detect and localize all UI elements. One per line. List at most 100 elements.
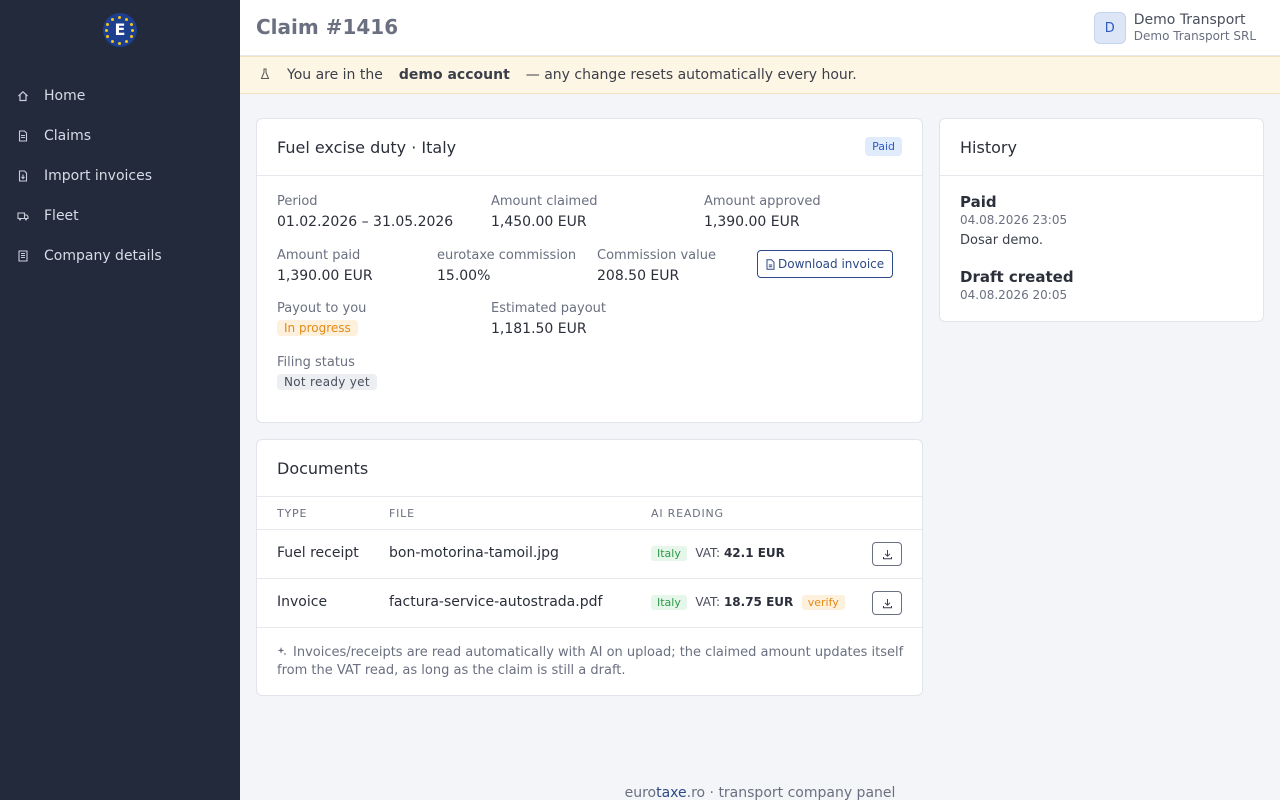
- vat-value: 42.1 EUR: [723, 546, 785, 560]
- footer-brand-b: taxe: [656, 785, 687, 800]
- country-tag: Italy: [651, 546, 687, 561]
- amount-paid-label: Amount paid: [277, 248, 361, 263]
- sidebar-item-company-details[interactable]: Company details: [0, 236, 240, 276]
- period-field: Period 01.02.2026 – 31.05.2026: [277, 194, 453, 232]
- user-company: Demo Transport SRL: [1133, 29, 1256, 43]
- period-label: Period: [277, 194, 318, 209]
- document-file-link[interactable]: factura-service-autostrada.pdf: [389, 594, 602, 610]
- filing-status-badge: Not ready yet: [277, 374, 377, 390]
- user-menu[interactable]: D Demo Transport Demo Transport SRL: [1093, 12, 1256, 44]
- table-row: Fuel receipt bon-motorina-tamoil.jpg Ita…: [257, 530, 922, 579]
- user-name: Demo Transport: [1133, 12, 1246, 28]
- commission-amount-field: Commission value 208.50 EUR: [597, 248, 716, 286]
- sidebar-item-claims[interactable]: Claims: [0, 116, 240, 156]
- user-info: Demo Transport Demo Transport SRL: [1134, 12, 1256, 44]
- estimated-payout-label: Estimated payout: [491, 301, 607, 316]
- vat-label: VAT:: [695, 546, 721, 560]
- sidebar-item-import-invoices[interactable]: Import invoices: [0, 156, 240, 196]
- eurotaxe-logo[interactable]: E: [103, 13, 137, 47]
- filing-status-field: Filing status Not ready yet: [277, 355, 377, 390]
- history-item: Draft created 04.08.2026 20:05: [960, 268, 1074, 302]
- demo-banner: You are in the demo account — any change…: [240, 56, 1280, 94]
- document-file-link[interactable]: bon-motorina-tamoil.jpg: [389, 545, 559, 561]
- amount-approved-field: Amount approved 1,390.00 EUR: [704, 194, 821, 232]
- country-tag: Italy: [651, 595, 687, 610]
- avatar[interactable]: D: [1093, 12, 1126, 44]
- history-item: Paid 04.08.2026 23:05 Dosar demo.: [960, 193, 1067, 248]
- commission-label: eurotaxe commission: [437, 248, 577, 263]
- logo-letter: E: [114, 20, 126, 39]
- column-header-ai-reading: AI READING: [651, 507, 724, 520]
- sidebar-item-label: Home: [44, 88, 86, 104]
- download-document-button[interactable]: [872, 542, 902, 566]
- estimated-payout-field: Estimated payout 1,181.50 EUR: [491, 301, 606, 339]
- building-icon: [17, 250, 29, 262]
- amount-claimed-value: 1,450.00 EUR: [491, 214, 587, 230]
- amount-paid-value: 1,390.00 EUR: [277, 268, 373, 284]
- file-icon: [766, 258, 775, 270]
- vat-value: 18.75 EUR: [723, 595, 794, 609]
- top-bar: Claim #1416 D Demo Transport Demo Transp…: [240, 0, 1280, 56]
- ai-reading: Italy VAT: 18.75 EUR verify: [651, 594, 845, 610]
- amount-claimed-label: Amount claimed: [491, 194, 598, 209]
- history-title: History: [960, 137, 1017, 157]
- sidebar-item-label: Import invoices: [44, 168, 153, 184]
- sidebar-item-label: Fleet: [44, 208, 79, 224]
- banner-text-start: You are in the: [287, 67, 383, 83]
- banner-text-end: — any change resets automatically every …: [525, 67, 857, 83]
- documents-table-header: TYPE FILE AI READING: [257, 497, 922, 530]
- footer-text: .ro · transport company panel: [686, 785, 896, 800]
- documents-card: Documents TYPE FILE AI READING Fuel rece…: [256, 439, 923, 696]
- status-badge: Paid: [865, 137, 902, 156]
- sidebar-item-home[interactable]: Home: [0, 76, 240, 116]
- documents-card-header: Documents: [257, 440, 922, 497]
- truck-icon: [17, 210, 29, 222]
- sidebar: E Home Claims Import invoices Fleet Comp…: [0, 0, 240, 800]
- commission-value: 15.00%: [437, 268, 491, 284]
- vat-reading: VAT: 42.1 EUR: [695, 546, 785, 560]
- sidebar-item-label: Company details: [44, 248, 162, 264]
- document-icon: [17, 130, 29, 142]
- home-icon: [17, 90, 29, 102]
- download-icon: [882, 598, 893, 609]
- commission-field: eurotaxe commission 15.00%: [437, 248, 576, 286]
- payout-field: Payout to you In progress: [277, 301, 366, 336]
- amount-approved-label: Amount approved: [704, 194, 821, 209]
- sidebar-item-fleet[interactable]: Fleet: [0, 196, 240, 236]
- amount-claimed-field: Amount claimed 1,450.00 EUR: [491, 194, 597, 232]
- download-document-button[interactable]: [872, 591, 902, 615]
- history-item-date: 04.08.2026 23:05: [960, 213, 1068, 227]
- document-type: Fuel receipt: [277, 545, 359, 561]
- estimated-payout-value: 1,181.50 EUR: [491, 321, 587, 337]
- download-invoice-button[interactable]: Download invoice: [757, 250, 894, 278]
- download-invoice-label: Download invoice: [778, 257, 885, 271]
- claim-card-header: Fuel excise duty · Italy Paid: [257, 119, 922, 176]
- period-value: 01.02.2026 – 31.05.2026: [277, 214, 454, 230]
- payout-label: Payout to you: [277, 301, 367, 316]
- import-file-icon: [17, 170, 29, 182]
- documents-title: Documents: [277, 458, 369, 478]
- amount-paid-field: Amount paid 1,390.00 EUR: [277, 248, 373, 286]
- history-item-title: Paid: [960, 193, 997, 211]
- amount-approved-value: 1,390.00 EUR: [704, 214, 800, 230]
- banner-text-bold: demo account: [398, 67, 510, 83]
- history-item-title: Draft created: [960, 268, 1074, 286]
- footer-brand-a: euro: [624, 785, 657, 800]
- sidebar-item-label: Claims: [44, 128, 92, 144]
- history-card-header: History: [940, 119, 1263, 176]
- filing-status-label: Filing status: [277, 355, 355, 370]
- column-header-type: TYPE: [277, 507, 308, 520]
- vat-label: VAT:: [695, 595, 721, 609]
- sidebar-nav: Home Claims Import invoices Fleet Compan…: [0, 76, 240, 276]
- commission-amount-label: Commission value: [597, 248, 716, 263]
- column-header-file: FILE: [389, 507, 415, 520]
- page-title: Claim #1416: [256, 15, 399, 39]
- table-row: Invoice factura-service-autostrada.pdf I…: [257, 579, 922, 628]
- history-item-date: 04.08.2026 20:05: [960, 288, 1068, 302]
- document-type: Invoice: [277, 594, 328, 610]
- history-item-note: Dosar demo.: [960, 233, 1043, 248]
- flask-icon: [258, 68, 272, 83]
- verify-badge: verify: [801, 595, 845, 610]
- ai-reading-note: Invoices/receipts are read automatically…: [277, 644, 907, 680]
- footer: eurotaxe.ro · transport company panel: [240, 785, 1280, 800]
